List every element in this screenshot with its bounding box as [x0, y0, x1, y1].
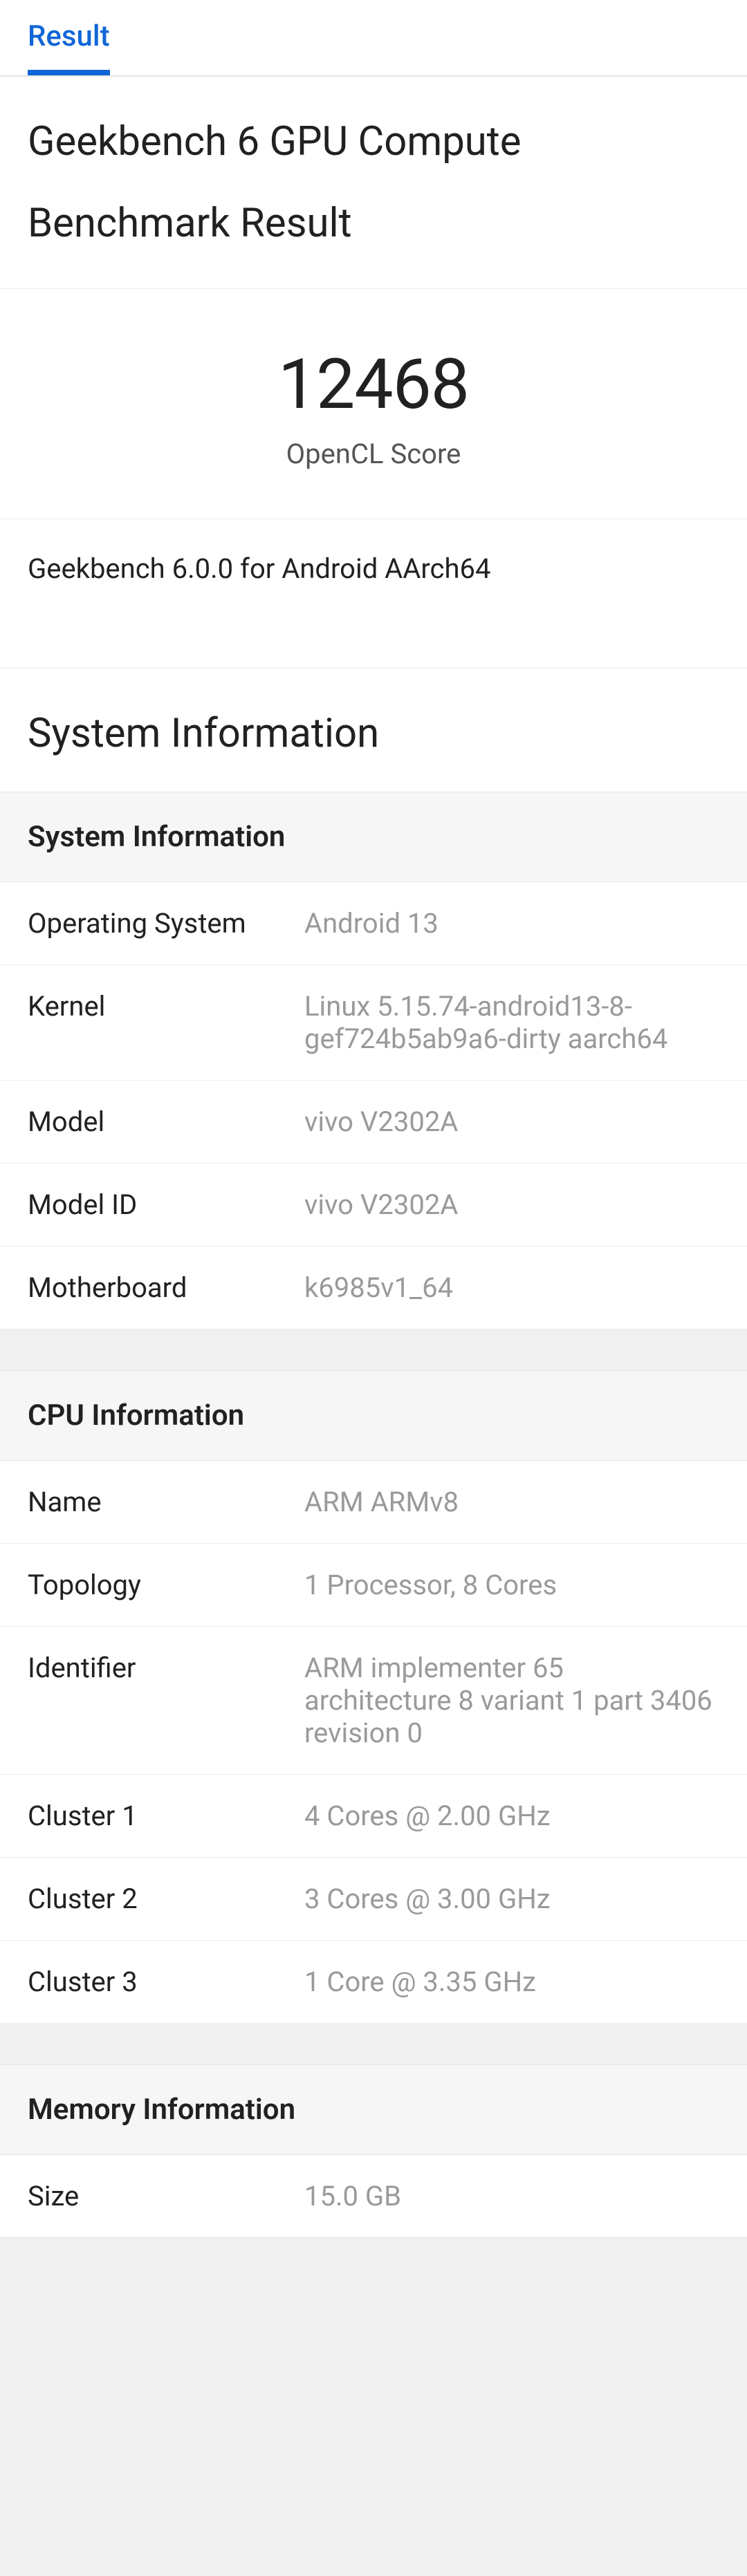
tab-result[interactable]: Result: [28, 0, 110, 75]
info-label: Identifier: [28, 1652, 304, 1749]
info-value: ARM ARMv8: [304, 1486, 719, 1518]
section-gap: [0, 2023, 747, 2064]
info-row: Size15.0 GB: [0, 2155, 747, 2237]
score-block: 12468 OpenCL Score: [0, 289, 747, 519]
info-value: 3 Cores @ 3.00 GHz: [304, 1883, 719, 1915]
info-label: Operating System: [28, 907, 304, 940]
info-value: Android 13: [304, 907, 719, 940]
info-value: vivo V2302A: [304, 1188, 719, 1221]
info-row: Model IDvivo V2302A: [0, 1164, 747, 1247]
result-card: Geekbench 6 GPU Compute Benchmark Result…: [0, 76, 747, 2238]
info-row: Cluster 14 Cores @ 2.00 GHz: [0, 1775, 747, 1858]
info-row: Topology1 Processor, 8 Cores: [0, 1544, 747, 1627]
group-header: Memory Information: [0, 2064, 747, 2155]
version-text: Geekbench 6.0.0 for Android AArch64: [0, 519, 747, 669]
info-label: Cluster 3: [28, 1966, 304, 1998]
info-label: Size: [28, 2180, 304, 2212]
info-value: 15.0 GB: [304, 2180, 719, 2212]
info-value: 4 Cores @ 2.00 GHz: [304, 1800, 719, 1832]
info-label: Kernel: [28, 990, 304, 1055]
group-rows: NameARM ARMv8Topology1 Processor, 8 Core…: [0, 1461, 747, 2023]
info-label: Model ID: [28, 1188, 304, 1221]
info-value: vivo V2302A: [304, 1105, 719, 1138]
info-label: Topology: [28, 1569, 304, 1601]
info-value: ARM implementer 65 architecture 8 varian…: [304, 1652, 719, 1749]
group-rows: Operating SystemAndroid 13KernelLinux 5.…: [0, 882, 747, 1329]
info-value: 1 Processor, 8 Cores: [304, 1569, 719, 1601]
info-label: Model: [28, 1105, 304, 1138]
info-label: Cluster 2: [28, 1883, 304, 1915]
group-header: CPU Information: [0, 1370, 747, 1461]
page-title-line1: Geekbench 6 GPU Compute: [0, 77, 747, 165]
info-value: Linux 5.15.74-android13-8-gef724b5ab9a6-…: [304, 990, 719, 1055]
info-row: NameARM ARMv8: [0, 1461, 747, 1544]
info-value: k6985v1_64: [304, 1271, 719, 1304]
info-row: Cluster 23 Cores @ 3.00 GHz: [0, 1858, 747, 1941]
tab-bar: Result: [0, 0, 747, 76]
score-value: 12468: [28, 344, 719, 425]
score-label: OpenCL Score: [28, 438, 719, 470]
info-row: KernelLinux 5.15.74-android13-8-gef724b5…: [0, 965, 747, 1081]
info-value: 1 Core @ 3.35 GHz: [304, 1966, 719, 1998]
info-label: Motherboard: [28, 1271, 304, 1304]
info-row: IdentifierARM implementer 65 architectur…: [0, 1627, 747, 1775]
section-heading-system-info: System Information: [0, 669, 747, 792]
page-title-line2: Benchmark Result: [0, 165, 747, 289]
info-row: Motherboardk6985v1_64: [0, 1247, 747, 1329]
group-rows: Size15.0 GB: [0, 2155, 747, 2237]
group-header: System Information: [0, 792, 747, 882]
info-label: Name: [28, 1486, 304, 1518]
info-row: Modelvivo V2302A: [0, 1081, 747, 1164]
info-label: Cluster 1: [28, 1800, 304, 1832]
info-row: Operating SystemAndroid 13: [0, 882, 747, 965]
info-row: Cluster 31 Core @ 3.35 GHz: [0, 1941, 747, 2023]
section-gap: [0, 1329, 747, 1370]
